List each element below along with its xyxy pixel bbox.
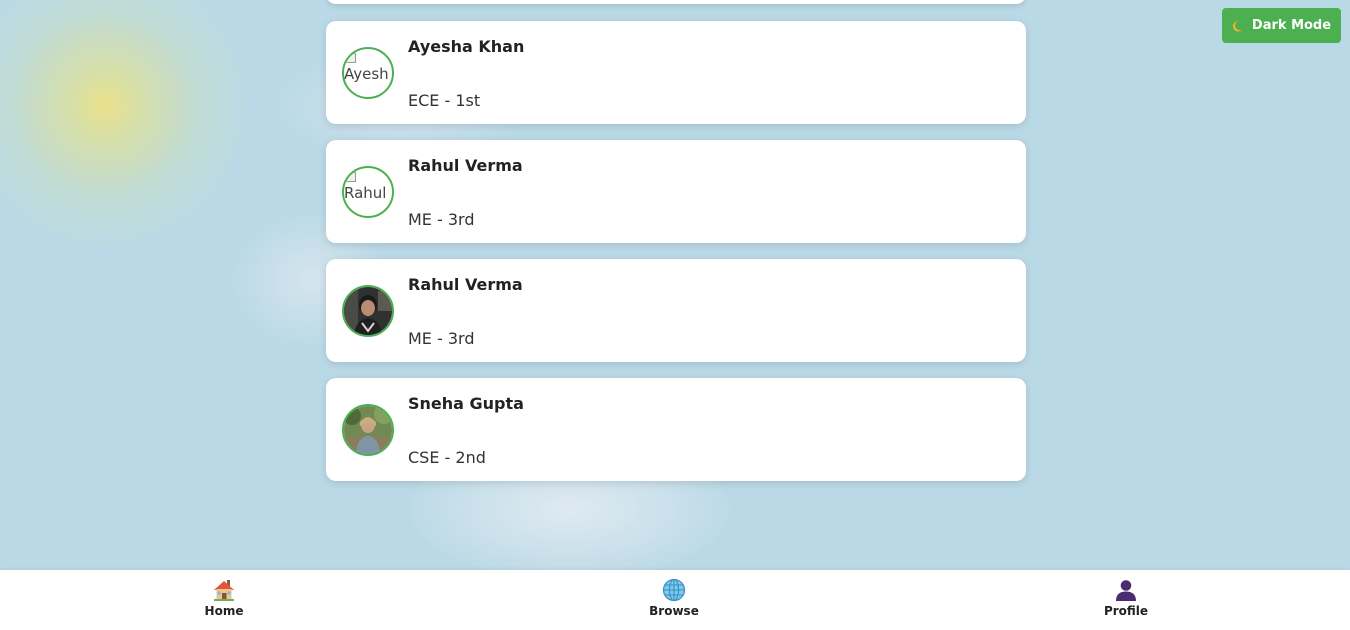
dark-mode-label: Dark Mode: [1251, 18, 1332, 33]
broken-image-icon: [346, 172, 356, 182]
student-card[interactable]: Rahul Rahul Verma ME - 3rd: [326, 140, 1026, 243]
student-card[interactable]: Sneha Gupta CSE - 2nd: [326, 378, 1026, 481]
nav-browse[interactable]: Browse: [614, 578, 734, 618]
globe-icon: [662, 578, 686, 602]
student-card[interactable]: Rahul Verma ME - 3rd: [326, 259, 1026, 362]
nav-browse-label: Browse: [649, 604, 699, 618]
background-sun-glow: [0, 0, 250, 250]
student-name: Sneha Gupta: [408, 394, 524, 413]
nav-profile[interactable]: Profile: [1066, 578, 1186, 618]
avatar: Ayesh: [342, 47, 394, 99]
avatar: [342, 285, 394, 337]
student-dept: ECE - 1st: [408, 91, 481, 110]
student-card-partial[interactable]: [326, 0, 1026, 4]
dark-mode-button[interactable]: Dark Mode: [1222, 8, 1341, 43]
student-name: Ayesha Khan: [408, 37, 525, 56]
avatar: [342, 404, 394, 456]
avatar-photo: [344, 287, 392, 335]
broken-image-icon: [346, 53, 356, 63]
student-dept: CSE - 2nd: [408, 448, 486, 467]
student-list: Ayesh Ayesha Khan ECE - 1st Rahul Rahul …: [326, 21, 1026, 497]
student-dept: ME - 3rd: [408, 329, 475, 348]
avatar-alt-text: Rahul: [344, 184, 387, 202]
student-card[interactable]: Ayesh Ayesha Khan ECE - 1st: [326, 21, 1026, 124]
student-name: Rahul Verma: [408, 156, 523, 175]
moon-icon: [1232, 20, 1243, 32]
nav-home[interactable]: Home: [164, 578, 284, 618]
nav-profile-label: Profile: [1103, 604, 1149, 618]
avatar-photo: [344, 406, 392, 454]
avatar: Rahul: [342, 166, 394, 218]
nav-home-label: Home: [204, 604, 244, 618]
house-icon: [214, 580, 234, 601]
student-name: Rahul Verma: [408, 275, 523, 294]
student-dept: ME - 3rd: [408, 210, 475, 229]
bottom-navigation: Home Browse Profile: [0, 570, 1350, 630]
avatar-alt-text: Ayesh: [344, 65, 389, 83]
person-icon: [1116, 580, 1136, 601]
